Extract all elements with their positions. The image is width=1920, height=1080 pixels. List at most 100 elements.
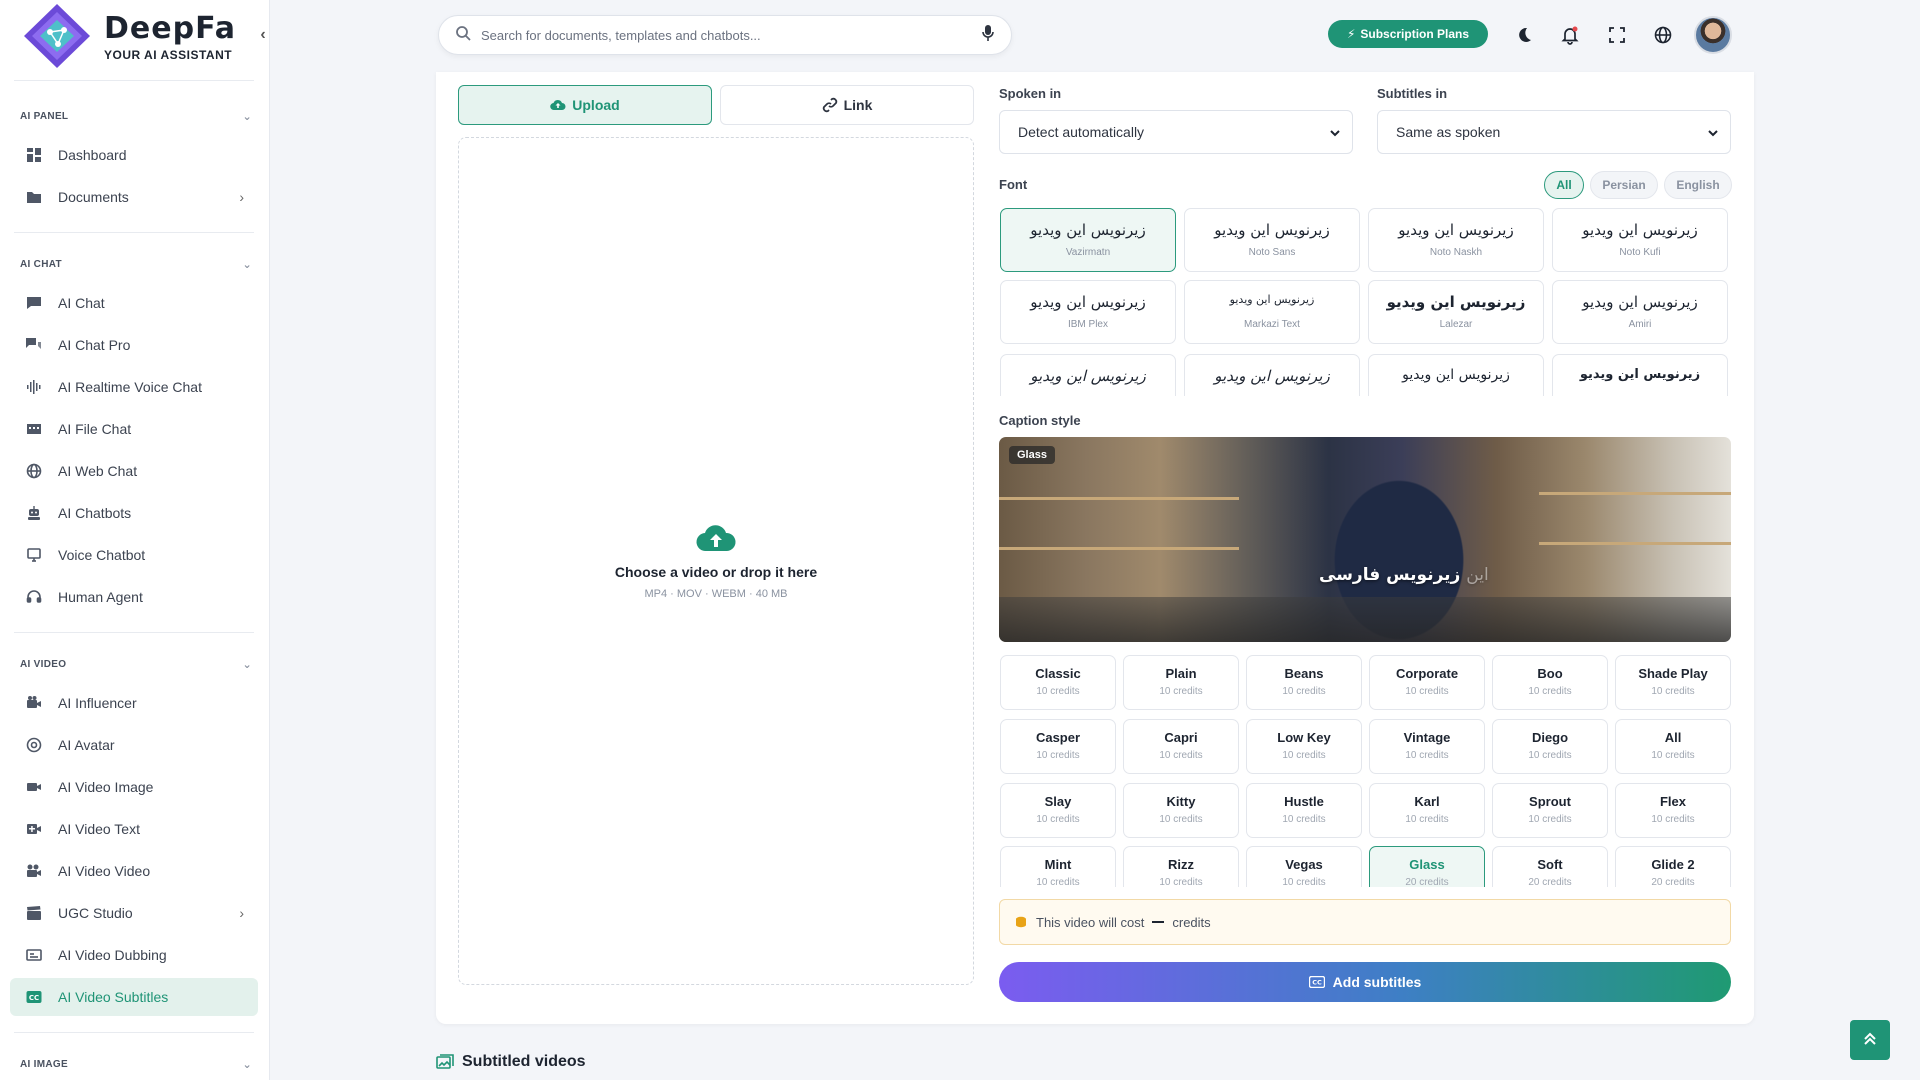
style-option[interactable]: Slay 10 credits (1000, 783, 1116, 838)
style-option[interactable]: Casper 10 credits (1000, 719, 1116, 774)
font-option[interactable]: زیرنویس این ویدیو Noto Naskh (1368, 208, 1544, 272)
style-option[interactable]: Vegas 10 credits (1246, 846, 1362, 887)
sidebar-item-label: AI File Chat (58, 421, 132, 437)
font-option[interactable]: زیرنویس این ویدیو (1000, 354, 1176, 396)
cost-notice: This video will cost credits (999, 899, 1731, 945)
sidebar-item-realtime-voice[interactable]: AI Realtime Voice Chat (10, 368, 258, 406)
font-label: Font (999, 177, 1028, 192)
style-option[interactable]: Shade Play 10 credits (1615, 655, 1731, 710)
sidebar-item-video-subtitles[interactable]: CC AI Video Subtitles (10, 978, 258, 1016)
subtitles-language-select[interactable]: Same as spoken (1377, 110, 1731, 154)
chevron-down-icon (1708, 124, 1718, 140)
style-option[interactable]: Vintage 10 credits (1369, 719, 1485, 774)
font-sample: زیرنویس این ویدیو (1402, 367, 1510, 383)
style-credits: 10 credits (1282, 814, 1326, 825)
style-option[interactable]: Mint 10 credits (1000, 846, 1116, 887)
style-option[interactable]: Plain 10 credits (1123, 655, 1239, 710)
style-name: Corporate (1395, 666, 1459, 681)
tab-link[interactable]: Link (720, 85, 974, 125)
style-name: Flex (1659, 794, 1686, 809)
sidebar-item-ai-influencer[interactable]: AI Influencer (10, 684, 258, 722)
dark-mode-icon[interactable] (1513, 24, 1535, 46)
collapse-sidebar-icon[interactable]: ‹ (255, 26, 269, 44)
font-option[interactable]: زیرنویس این ویدیو (1368, 354, 1544, 396)
section-ai-image[interactable]: AI IMAGE ⌄ (20, 1058, 252, 1071)
sidebar-item-video-video[interactable]: AI Video Video (10, 852, 258, 890)
style-option[interactable]: Classic 10 credits (1000, 655, 1116, 710)
style-name: Beans (1284, 666, 1324, 681)
font-option[interactable]: زیرنویس این ویدیو Markazi Text (1184, 280, 1360, 344)
style-credits: 20 credits (1405, 877, 1449, 887)
sidebar-item-ai-chat-pro[interactable]: AI Chat Pro (10, 326, 258, 364)
scroll-to-top-button[interactable] (1850, 1020, 1890, 1060)
sidebar-item-label: AI Influencer (58, 695, 137, 711)
style-option[interactable]: Beans 10 credits (1246, 655, 1362, 710)
sidebar-item-label: AI Video Image (58, 779, 154, 795)
clapper-icon (25, 904, 43, 922)
svg-text:CC: CC (29, 994, 39, 1002)
font-option[interactable]: زیرنویس این ویدیو Lalezar (1368, 280, 1544, 344)
search-bar[interactable]: Search for documents, templates and chat… (438, 15, 1012, 55)
style-option[interactable]: All 10 credits (1615, 719, 1731, 774)
filter-all[interactable]: All (1544, 171, 1584, 199)
sidebar-item-video-text[interactable]: AI Video Text (10, 810, 258, 848)
sidebar-item-ai-chat[interactable]: AI Chat (10, 284, 258, 322)
sidebar-item-ai-avatar[interactable]: AI Avatar (10, 726, 258, 764)
section-ai-panel[interactable]: AI PANEL ⌄ (20, 110, 252, 123)
font-option[interactable]: زیرنویس این ویدیو Amiri (1552, 280, 1728, 344)
style-credits: 10 credits (1405, 814, 1449, 825)
style-option[interactable]: Diego 10 credits (1492, 719, 1608, 774)
sidebar-item-chatbots[interactable]: AI Chatbots (10, 494, 258, 532)
style-option[interactable]: Capri 10 credits (1123, 719, 1239, 774)
style-option-selected[interactable]: Glass 20 credits (1369, 846, 1485, 887)
section-ai-video[interactable]: AI VIDEO ⌄ (20, 658, 252, 671)
waveform-icon (25, 378, 43, 396)
language-globe-icon[interactable] (1652, 24, 1674, 46)
filter-english[interactable]: English (1664, 171, 1732, 199)
sidebar-item-ugc-studio[interactable]: UGC Studio › (10, 894, 258, 932)
spoken-language-select[interactable]: Detect automatically (999, 110, 1353, 154)
sidebar-item-documents[interactable]: Documents › (10, 178, 258, 216)
sidebar-item-web-chat[interactable]: AI Web Chat (10, 452, 258, 490)
style-option[interactable]: Kitty 10 credits (1123, 783, 1239, 838)
subscription-plans-button[interactable]: ⚡ Subscription Plans (1328, 20, 1488, 48)
search-input[interactable]: Search for documents, templates and chat… (481, 28, 981, 43)
style-option[interactable]: Soft 20 credits (1492, 846, 1608, 887)
font-option[interactable]: زیرنویس این ویدیو Vazirmatn (1000, 208, 1176, 272)
sidebar-item-video-dubbing[interactable]: AI Video Dubbing (10, 936, 258, 974)
notification-bell-icon[interactable] (1559, 24, 1581, 46)
font-sample: زیرنویس این ویدیو (1579, 367, 1701, 382)
style-option[interactable]: Hustle 10 credits (1246, 783, 1362, 838)
sidebar-item-file-chat[interactable]: AI File Chat (10, 410, 258, 448)
brand[interactable]: DeepFa YOUR AI ASSISTANT (20, 0, 269, 72)
font-option[interactable]: زیرنویس این ویدیو Noto Sans (1184, 208, 1360, 272)
robot-icon (25, 504, 43, 522)
font-option[interactable]: زیرنویس این ویدیو (1184, 354, 1360, 396)
preview-caption-text: زیرنویس فارسی (1319, 565, 1461, 585)
tab-upload[interactable]: Upload (458, 85, 712, 125)
font-option[interactable]: زیرنویس این ویدیو Noto Kufi (1552, 208, 1728, 272)
style-option[interactable]: Sprout 10 credits (1492, 783, 1608, 838)
style-option[interactable]: Boo 10 credits (1492, 655, 1608, 710)
section-ai-chat[interactable]: AI CHAT ⌄ (20, 258, 252, 271)
sidebar-item-voice-chatbot[interactable]: Voice Chatbot (10, 536, 258, 574)
user-avatar[interactable] (1694, 16, 1732, 54)
sidebar-item-label: AI Chatbots (58, 505, 132, 521)
microphone-icon[interactable] (981, 24, 995, 47)
sidebar-item-human-agent[interactable]: Human Agent (10, 578, 258, 616)
style-option[interactable]: Flex 10 credits (1615, 783, 1731, 838)
font-option[interactable]: زیرنویس این ویدیو (1552, 354, 1728, 396)
style-option[interactable]: Glide 2 20 credits (1615, 846, 1731, 887)
sidebar-item-video-image[interactable]: AI Video Image (10, 768, 258, 806)
style-option[interactable]: Low Key 10 credits (1246, 719, 1362, 774)
font-option[interactable]: زیرنویس این ویدیو IBM Plex (1000, 280, 1176, 344)
filter-persian[interactable]: Persian (1590, 171, 1658, 199)
style-option[interactable]: Corporate 10 credits (1369, 655, 1485, 710)
style-option[interactable]: Rizz 10 credits (1123, 846, 1239, 887)
sidebar-item-dashboard[interactable]: Dashboard (10, 136, 258, 174)
fullscreen-icon[interactable] (1606, 24, 1628, 46)
style-credits: 10 credits (1405, 686, 1449, 697)
style-option[interactable]: Karl 10 credits (1369, 783, 1485, 838)
video-dropzone[interactable]: Choose a video or drop it here MP4 · MOV… (458, 137, 974, 985)
add-subtitles-button[interactable]: CC Add subtitles (999, 962, 1731, 1002)
